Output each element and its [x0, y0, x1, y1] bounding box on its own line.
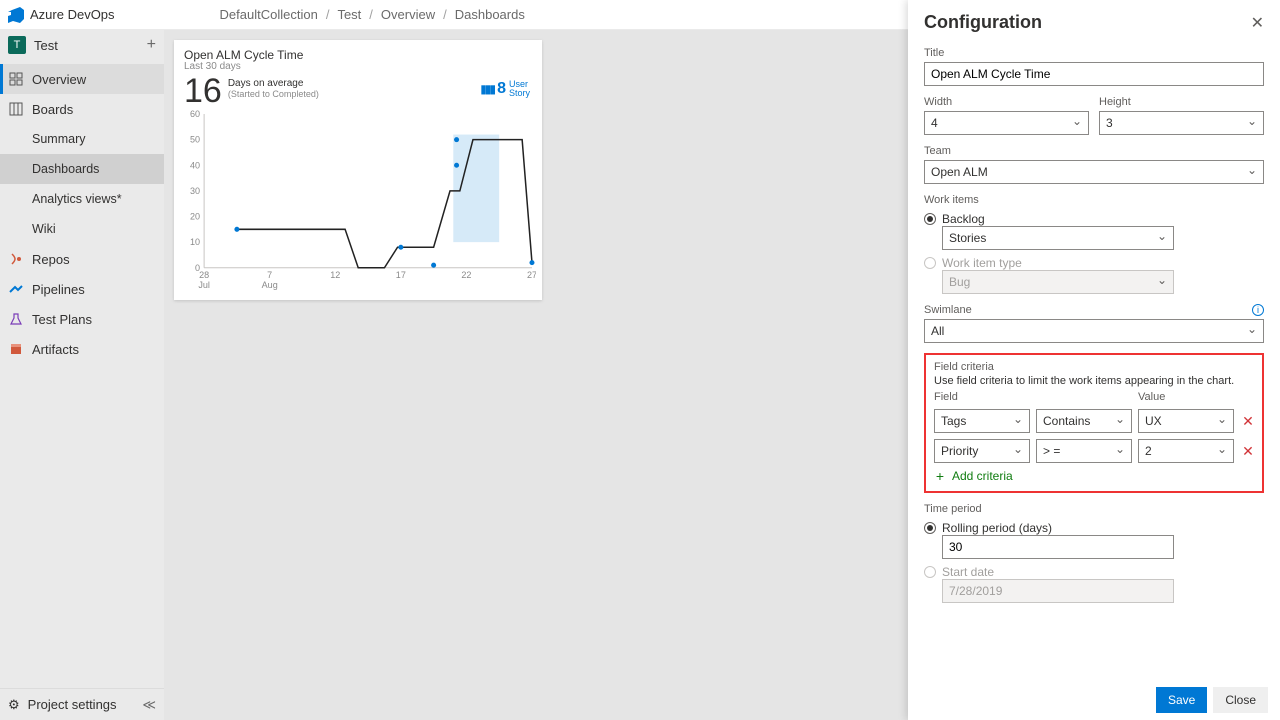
- backlog-select[interactable]: Stories: [942, 226, 1174, 250]
- artifacts-icon: [8, 341, 24, 357]
- svg-text:50: 50: [190, 135, 200, 145]
- timeperiod-label: Time period: [924, 503, 1264, 515]
- svg-text:60: 60: [190, 110, 200, 119]
- swimlane-label: Swimlanei: [924, 304, 1264, 316]
- workitemtype-select: Bug: [942, 270, 1174, 294]
- nav-summary[interactable]: Summary: [0, 124, 164, 154]
- criteria-remove-1[interactable]: ✕: [1240, 443, 1256, 460]
- nav-overview[interactable]: Overview: [0, 64, 164, 94]
- svg-text:22: 22: [461, 270, 471, 280]
- svg-text:40: 40: [190, 160, 200, 170]
- crumb-project[interactable]: Test: [337, 7, 361, 22]
- project-settings[interactable]: ⚙ Project settings ≪: [0, 688, 164, 720]
- save-button[interactable]: Save: [1156, 687, 1207, 713]
- svg-text:10: 10: [190, 237, 200, 247]
- criteria-op-0[interactable]: Contains: [1036, 409, 1132, 433]
- gear-icon: ⚙: [8, 697, 20, 713]
- user-story-badge: ▮▮▮ 8 UserStory: [480, 80, 530, 98]
- project-tile: T: [8, 36, 26, 54]
- svg-text:30: 30: [190, 186, 200, 196]
- nav-analytics[interactable]: Analytics views*: [0, 184, 164, 214]
- bar-icon: ▮▮▮: [480, 82, 494, 96]
- breadcrumb: DefaultCollection/ Test/ Overview/ Dashb…: [220, 7, 525, 22]
- svg-text:27: 27: [527, 270, 536, 280]
- badge-count: 8: [497, 80, 506, 98]
- nav-artifacts[interactable]: Artifacts: [0, 334, 164, 364]
- crumb-page[interactable]: Dashboards: [455, 7, 525, 22]
- overview-icon: [8, 71, 24, 87]
- testplans-icon: [8, 311, 24, 327]
- nav-repos[interactable]: Repos: [0, 244, 164, 274]
- cycle-time-widget[interactable]: Open ALM Cycle Time Last 30 days 16 Days…: [174, 40, 542, 300]
- nav-wiki[interactable]: Wiki: [0, 214, 164, 244]
- field-criteria-desc: Use field criteria to limit the work ite…: [934, 375, 1254, 387]
- width-select[interactable]: 4: [924, 111, 1089, 135]
- avg-label-2: (Started to Completed): [228, 89, 319, 99]
- svg-text:20: 20: [190, 212, 200, 222]
- rolling-input[interactable]: [942, 535, 1174, 559]
- criteria-op-1[interactable]: > =: [1036, 439, 1132, 463]
- height-label: Height: [1099, 96, 1264, 108]
- nav-boards[interactable]: Boards: [0, 94, 164, 124]
- field-criteria-label: Field criteria: [934, 361, 1254, 373]
- backlog-radio[interactable]: Backlog: [924, 212, 1264, 226]
- nav-dashboards[interactable]: Dashboards: [0, 154, 164, 184]
- add-criteria-button[interactable]: + Add criteria: [934, 469, 1254, 483]
- nav-pipelines[interactable]: Pipelines: [0, 274, 164, 304]
- brand-name: Azure DevOps: [30, 7, 115, 22]
- project-row[interactable]: T Test +: [0, 30, 164, 60]
- criteria-field-0[interactable]: Tags: [934, 409, 1030, 433]
- project-name: Test: [34, 38, 58, 53]
- swimlane-select[interactable]: All: [924, 319, 1264, 343]
- svg-text:17: 17: [396, 270, 406, 280]
- field-criteria-box: Field criteria Use field criteria to lim…: [924, 353, 1264, 493]
- criteria-value-1[interactable]: 2: [1138, 439, 1234, 463]
- widget-subtitle: Last 30 days: [184, 61, 532, 72]
- avg-label-1: Days on average: [228, 78, 319, 89]
- team-select[interactable]: Open ALM: [924, 160, 1264, 184]
- svg-text:Jul: Jul: [198, 280, 210, 290]
- width-label: Width: [924, 96, 1089, 108]
- svg-text:12: 12: [330, 270, 340, 280]
- criteria-field-1[interactable]: Priority: [934, 439, 1030, 463]
- nav-testplans[interactable]: Test Plans: [0, 304, 164, 334]
- criteria-remove-0[interactable]: ✕: [1240, 413, 1256, 430]
- close-icon[interactable]: ✕: [1251, 13, 1264, 33]
- criteria-value-0[interactable]: UX: [1138, 409, 1234, 433]
- height-select[interactable]: 3: [1099, 111, 1264, 135]
- info-icon[interactable]: i: [1252, 304, 1264, 316]
- svg-text:7: 7: [267, 270, 272, 280]
- title-input[interactable]: [924, 62, 1264, 86]
- boards-icon: [8, 101, 24, 117]
- repos-icon: [8, 251, 24, 267]
- startdate-radio[interactable]: Start date: [924, 565, 1264, 579]
- azure-devops-icon: [8, 7, 24, 23]
- collapse-sidebar-icon[interactable]: ≪: [142, 697, 156, 713]
- configuration-panel: Configuration ✕ Title Width 4 Height 3 T…: [908, 0, 1280, 720]
- workitems-label: Work items: [924, 194, 1264, 206]
- big-number: 16: [184, 74, 222, 108]
- new-item-icon[interactable]: +: [147, 37, 156, 53]
- plus-icon: +: [934, 470, 946, 482]
- pipelines-icon: [8, 281, 24, 297]
- crumb-section[interactable]: Overview: [381, 7, 435, 22]
- cycle-time-chart: 010203040506028Jul7Aug12172227: [184, 110, 536, 292]
- startdate-input: [942, 579, 1174, 603]
- panel-title: Configuration: [924, 12, 1042, 33]
- rolling-radio[interactable]: Rolling period (days): [924, 521, 1264, 535]
- team-label: Team: [924, 145, 1264, 157]
- title-label: Title: [924, 47, 1264, 59]
- widget-title: Open ALM Cycle Time: [184, 48, 532, 62]
- close-button[interactable]: Close: [1213, 687, 1268, 713]
- svg-text:Aug: Aug: [262, 280, 278, 290]
- crumb-collection[interactable]: DefaultCollection: [220, 7, 318, 22]
- workitemtype-radio[interactable]: Work item type: [924, 256, 1264, 270]
- svg-text:28: 28: [199, 270, 209, 280]
- sidebar: T Test + Overview Boards Summary Dashboa…: [0, 30, 164, 720]
